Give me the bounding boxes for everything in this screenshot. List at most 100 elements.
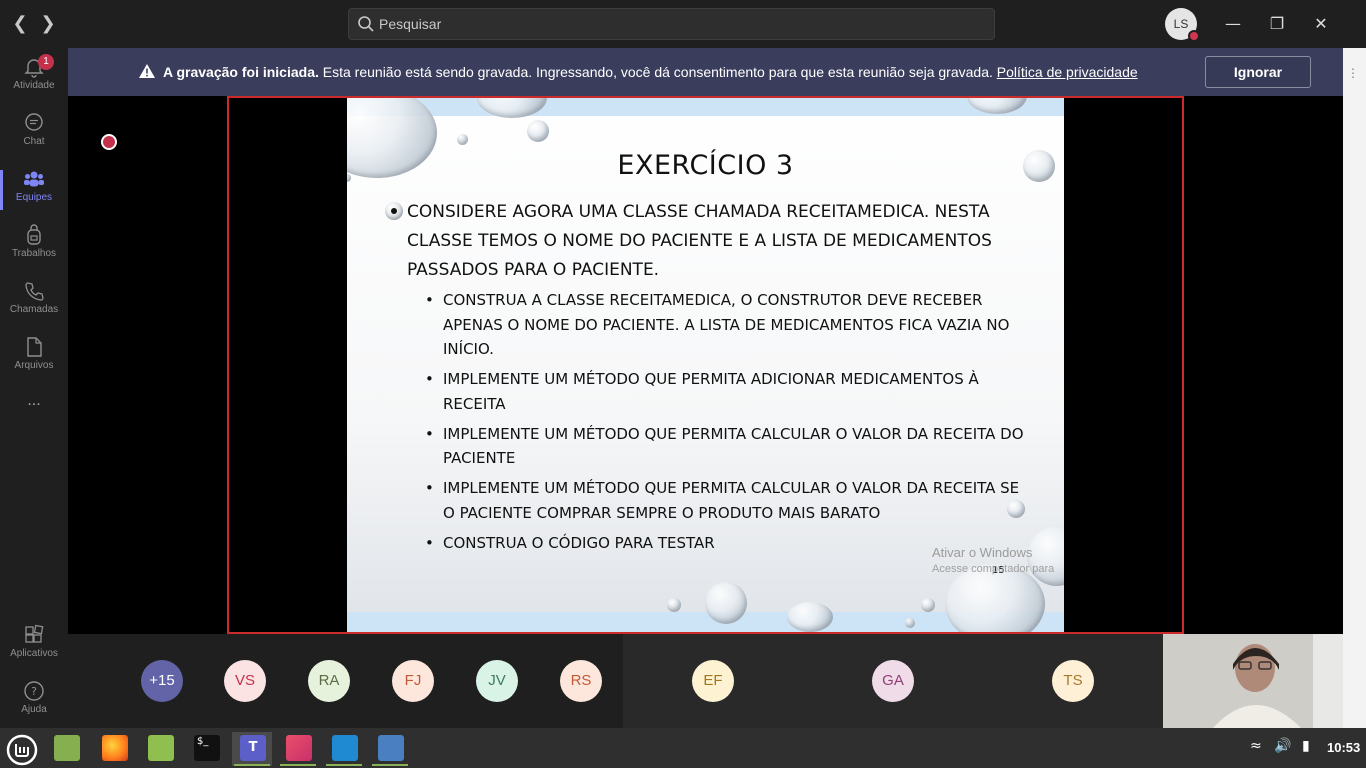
activation-watermark-title: Ativar o Windows — [932, 545, 1033, 560]
recording-text: Esta reunião está sendo gravada. Ingress… — [322, 64, 993, 80]
rail-item-chat[interactable]: Chat — [0, 106, 68, 162]
firefox-icon — [102, 735, 128, 761]
participant-avatar[interactable]: GA — [872, 660, 914, 702]
active-app-indicator — [234, 764, 270, 766]
rail-label-calls: Chamadas — [9, 304, 59, 315]
sub-bullet: Implemente um método que permita calcula… — [425, 422, 1033, 471]
notification-badge: 1 — [38, 54, 54, 70]
more-apps-button[interactable]: ... — [0, 392, 68, 422]
slide-title: EXERCÍCIO 3 — [617, 150, 794, 181]
rail-item-apps[interactable]: Aplicativos — [0, 618, 68, 674]
taskbar-app[interactable]: $_ — [186, 732, 226, 766]
slide-main-bullet: Considere agora uma classe chamada Recei… — [385, 198, 1037, 285]
rail-item-calls[interactable]: Chamadas — [0, 274, 68, 330]
recording-title: A gravação foi iniciada. — [163, 64, 319, 80]
person-video-icon — [1163, 634, 1343, 728]
volume-icon[interactable]: 🔊 — [1274, 738, 1291, 754]
search-input[interactable]: Pesquisar — [348, 8, 995, 40]
taskbar-app[interactable] — [278, 732, 318, 766]
sub-bullet: Construa a classe ReceitaMedica, o const… — [425, 288, 1033, 362]
recording-banner: A gravação foi iniciada. Esta reunião es… — [68, 48, 1343, 96]
participant-avatar[interactable]: RA — [308, 660, 350, 702]
participant-avatar[interactable]: VS — [224, 660, 266, 702]
forward-arrow-icon[interactable]: ❯ — [36, 12, 60, 36]
active-app-indicator — [280, 764, 316, 766]
maximize-icon[interactable]: ❐ — [1265, 12, 1289, 36]
privacy-policy-link[interactable]: Política de privacidade — [997, 64, 1138, 80]
participant-avatar[interactable]: FJ — [392, 660, 434, 702]
title-bar: ❮ ❯ Pesquisar LS — ❐ ✕ — [0, 0, 1366, 48]
image-viewer-icon — [286, 735, 312, 761]
back-arrow-icon[interactable]: ❮ — [8, 12, 32, 36]
mint-menu-icon — [6, 734, 38, 766]
rail-label-assignments: Trabalhos — [11, 248, 57, 259]
rail-label-chat: Chat — [23, 136, 45, 147]
os-taskbar: $_ T ≈ 🔊 ▮ 10:53 — [0, 728, 1366, 768]
bullet-icon — [385, 202, 403, 220]
taskbar-app[interactable] — [324, 732, 364, 766]
apps-icon — [25, 624, 44, 643]
minimize-icon[interactable]: — — [1221, 12, 1245, 36]
more-icon: ... — [27, 392, 41, 409]
active-app-indicator — [372, 764, 408, 766]
participant-avatar[interactable]: EF — [692, 660, 734, 702]
help-icon: ? — [24, 681, 44, 701]
rail-label-teams: Equipes — [15, 192, 53, 203]
taskbar-app[interactable] — [46, 732, 86, 766]
participant-gallery: +15 VS RA FJ JV RS EF GA TS — [68, 634, 1343, 728]
close-icon[interactable]: ✕ — [1309, 12, 1333, 36]
activation-watermark-text: Acesse computador para — [932, 563, 1055, 575]
active-app-indicator — [326, 764, 362, 766]
grip-icon: ⋮ — [1347, 66, 1359, 80]
app-rail: Atividade 1 Chat Equipes Trabalhos Chama… — [0, 48, 68, 728]
wifi-icon[interactable]: ≈ — [1250, 738, 1262, 754]
teams-icon — [24, 171, 44, 187]
vscode-icon — [332, 735, 358, 761]
water-drop-icon — [905, 618, 915, 628]
file-icon — [27, 337, 42, 357]
participant-avatar[interactable]: JV — [476, 660, 518, 702]
side-scrollbar[interactable]: ⋮ — [1343, 48, 1366, 728]
rail-label-help: Ajuda — [21, 704, 47, 715]
status-dot-icon — [1188, 30, 1200, 42]
water-drop-icon — [705, 582, 747, 624]
slide-top-band — [347, 98, 1064, 116]
taskbar-app[interactable] — [370, 732, 410, 766]
screenshot-icon — [378, 735, 404, 761]
rail-item-activity[interactable]: Atividade 1 — [0, 50, 68, 106]
participant-avatar[interactable]: RS — [560, 660, 602, 702]
sub-bullet: Implemente um método que permita adicion… — [425, 367, 1033, 416]
battery-icon[interactable]: ▮ — [1302, 738, 1310, 754]
water-drop-icon — [921, 598, 935, 612]
participant-avatar[interactable]: TS — [1052, 660, 1094, 702]
water-drop-icon — [457, 134, 468, 145]
taskbar-app[interactable] — [94, 732, 134, 766]
taskbar-app[interactable]: T — [232, 732, 272, 766]
teams-app-icon: T — [240, 735, 266, 761]
ignore-button[interactable]: Ignorar — [1205, 56, 1311, 88]
phone-icon — [25, 282, 44, 301]
sub-bullet: Implemente um método que permita calcula… — [425, 476, 1033, 525]
terminal-icon: $_ — [194, 735, 220, 761]
recording-indicator-icon — [101, 134, 117, 150]
recording-message: A gravação foi iniciada. Esta reunião es… — [163, 64, 1138, 80]
warning-icon — [139, 64, 155, 78]
self-video-preview[interactable] — [1163, 634, 1343, 728]
more-participants-avatar[interactable]: +15 — [141, 660, 183, 702]
svg-text:?: ? — [31, 685, 37, 698]
rail-item-assignments[interactable]: Trabalhos — [0, 218, 68, 274]
chat-icon — [25, 113, 43, 131]
rail-item-files[interactable]: Arquivos — [0, 330, 68, 386]
rail-label-files: Arquivos — [14, 360, 54, 371]
user-avatar[interactable]: LS — [1165, 8, 1200, 42]
mint-menu-button[interactable] — [2, 732, 42, 766]
rail-item-teams[interactable]: Equipes — [0, 162, 68, 218]
main-bullet-text: Considere agora uma classe chamada Recei… — [407, 202, 992, 280]
rail-item-help[interactable]: ? Ajuda — [0, 674, 68, 730]
clock[interactable]: 10:53 — [1327, 740, 1360, 755]
taskbar-app[interactable] — [140, 732, 180, 766]
water-drop-icon — [787, 602, 833, 632]
search-placeholder: Pesquisar — [379, 16, 442, 32]
folder-icon — [54, 735, 80, 761]
rail-label-activity: Atividade — [13, 80, 55, 91]
